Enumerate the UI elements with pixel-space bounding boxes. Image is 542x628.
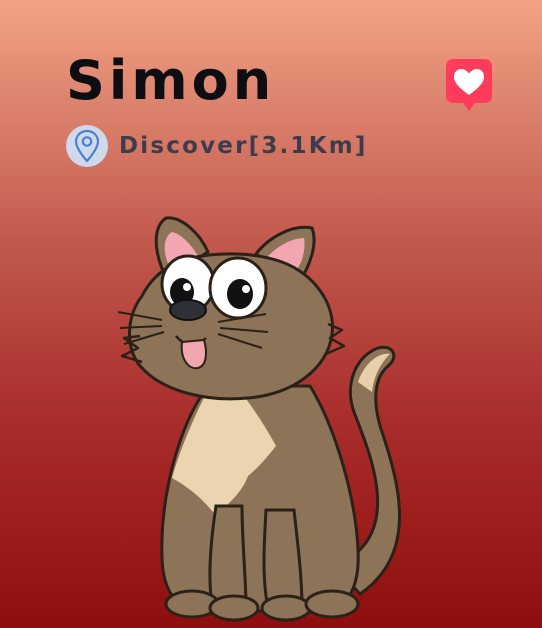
- favorite-button[interactable]: [444, 57, 494, 113]
- heart-icon: [446, 59, 492, 111]
- location-row: Discover[3.1Km]: [66, 124, 368, 168]
- pet-name: Simon: [66, 49, 276, 112]
- map-pin-icon: [74, 129, 100, 163]
- pet-card[interactable]: Simon Discover[3.1Km]: [0, 0, 542, 628]
- location-badge: [66, 125, 108, 167]
- location-distance: Discover[3.1Km]: [119, 133, 368, 159]
- cat-illustration: [117, 216, 401, 622]
